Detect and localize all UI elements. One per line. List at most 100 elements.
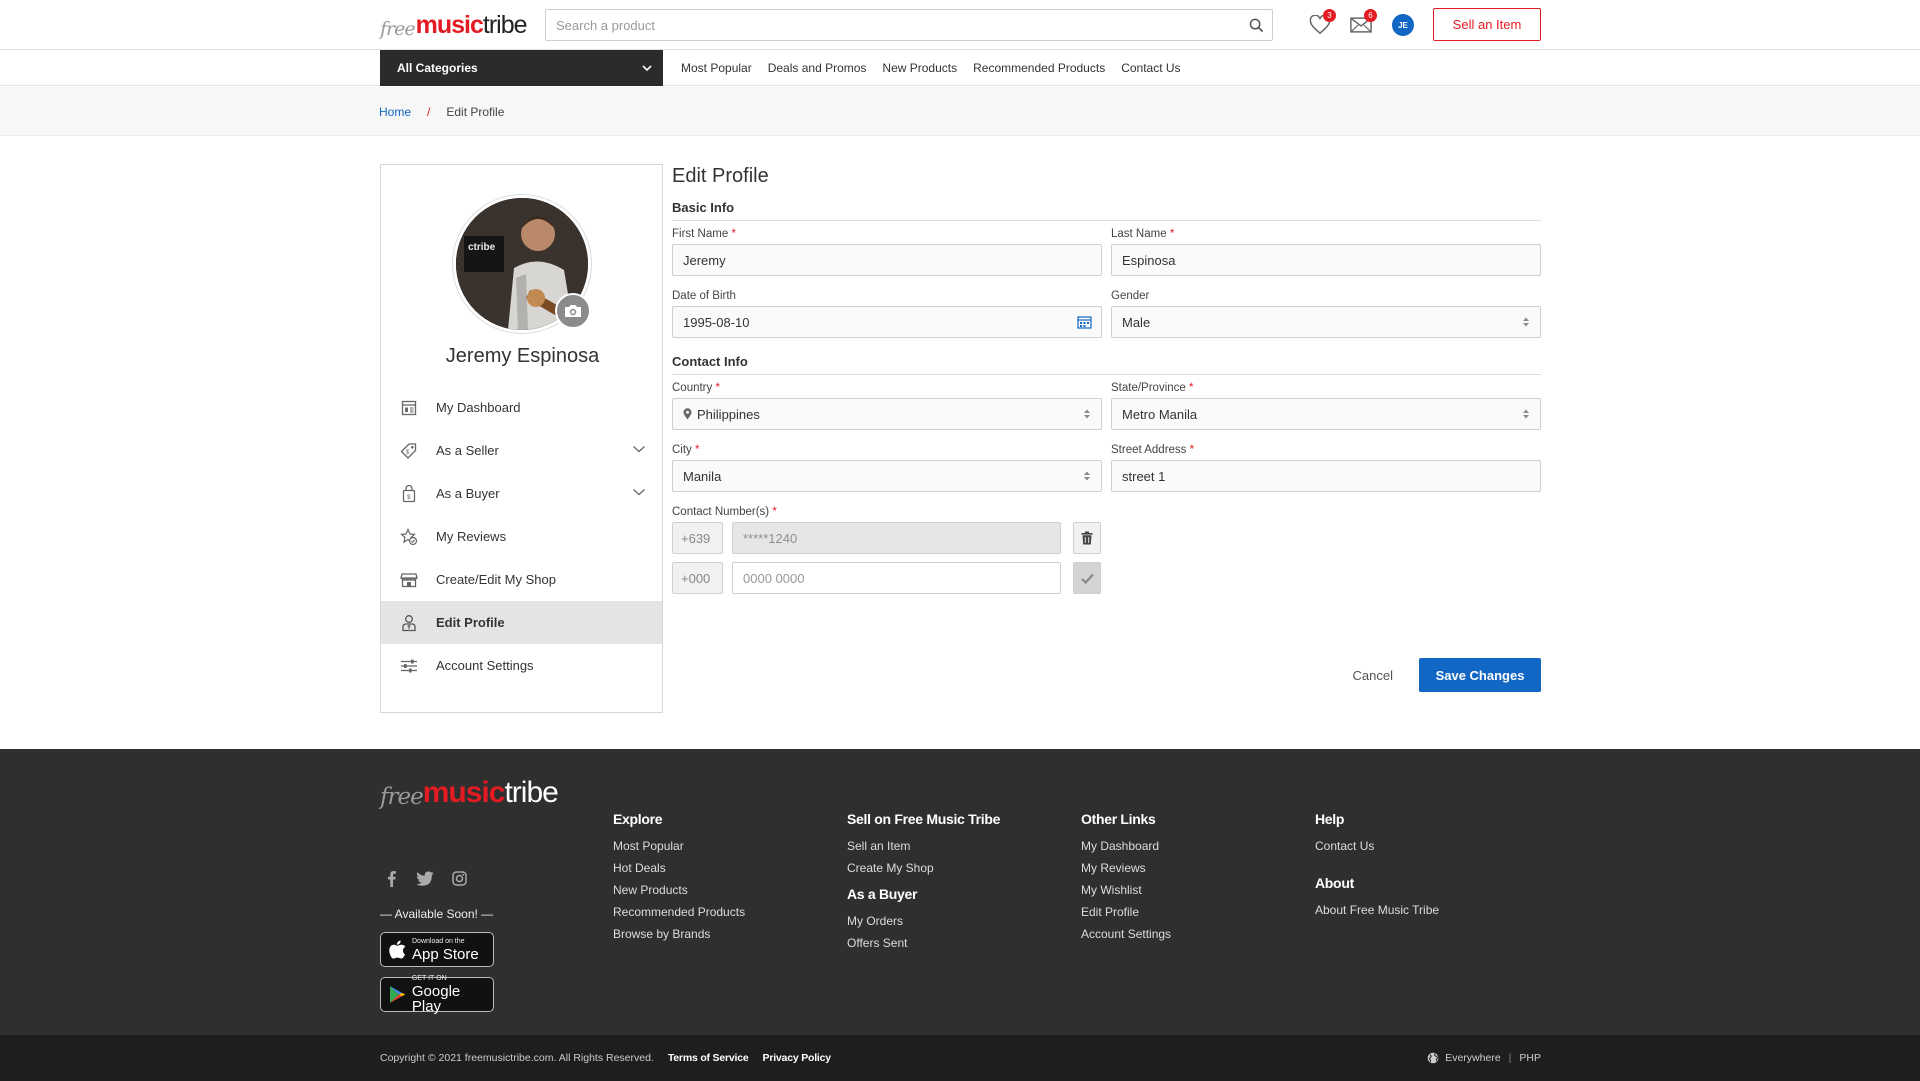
contact-number-label: Contact Number(s): [672, 506, 770, 518]
facebook-icon[interactable]: [380, 869, 402, 887]
footer-logo[interactable]: free music tribe: [380, 776, 559, 810]
nav-link-recommended[interactable]: Recommended Products: [973, 61, 1105, 75]
breadcrumb-home[interactable]: Home: [379, 105, 411, 119]
footer-link[interactable]: About Free Music Tribe: [1315, 902, 1439, 918]
privacy-link[interactable]: Privacy Policy: [763, 1052, 832, 1064]
sell-item-button[interactable]: Sell an Item: [1433, 8, 1541, 41]
wishlist-button[interactable]: 3: [1307, 9, 1336, 37]
footer-link[interactable]: My Reviews: [1081, 860, 1171, 876]
breadcrumb: Home / Edit Profile: [379, 87, 504, 136]
last-name-value: Espinosa: [1122, 252, 1176, 268]
tag-icon: $: [400, 442, 418, 460]
dob-value: 1995-08-10: [683, 314, 750, 330]
confirm-phone-button[interactable]: [1073, 562, 1101, 594]
phone-row: +000 0000 0000: [672, 562, 1541, 594]
change-photo-button[interactable]: [555, 293, 591, 329]
footer-link[interactable]: My Orders: [847, 913, 1000, 929]
sidebar-item-account-settings[interactable]: Account Settings: [381, 644, 662, 687]
footer-link[interactable]: Most Popular: [613, 838, 745, 854]
breadcrumb-current: Edit Profile: [446, 104, 505, 119]
sidebar-item-edit-profile[interactable]: Edit Profile: [381, 601, 662, 644]
region-label: Everywhere: [1445, 1052, 1501, 1064]
state-field: State/Province * Metro Manila: [1111, 381, 1541, 430]
required-mark: *: [715, 382, 720, 394]
search-bar: [545, 9, 1273, 41]
messages-button[interactable]: 6: [1348, 9, 1377, 37]
state-select[interactable]: Metro Manila: [1111, 398, 1541, 430]
edit-profile-form: Edit Profile Basic Info First Name * Jer…: [672, 164, 1541, 692]
phone-prefix-input[interactable]: +000: [672, 562, 723, 594]
nav-link-contact[interactable]: Contact Us: [1121, 61, 1180, 75]
footer-link[interactable]: My Wishlist: [1081, 882, 1171, 898]
store-icon: [400, 571, 418, 589]
svg-text:$: $: [407, 494, 411, 501]
google-play-big: Google Play: [411, 983, 461, 1015]
nav-link-new-products[interactable]: New Products: [882, 61, 957, 75]
sidebar-item-buyer[interactable]: $ As a Buyer: [381, 472, 662, 515]
city-field: City * Manila: [672, 443, 1102, 492]
sidebar-item-dashboard[interactable]: My Dashboard: [381, 386, 662, 429]
user-avatar[interactable]: JE: [1392, 14, 1414, 36]
sidebar-menu: My Dashboard $ As a Seller $ As a Buyer …: [381, 386, 662, 687]
first-name-input[interactable]: Jeremy: [672, 244, 1102, 276]
state-value: Metro Manila: [1122, 406, 1198, 422]
first-name-value: Jeremy: [683, 252, 726, 268]
sidebar-item-shop[interactable]: Create/Edit My Shop: [381, 558, 662, 601]
gender-select[interactable]: Male: [1111, 306, 1541, 338]
city-label: City: [672, 444, 692, 456]
footer-link[interactable]: My Dashboard: [1081, 838, 1171, 854]
sidebar-item-reviews[interactable]: My Reviews: [381, 515, 662, 558]
copyright: Copyright © 2021 freemusictribe.com. All…: [380, 1035, 831, 1081]
google-play-badge[interactable]: GET IT ON Google Play: [380, 975, 494, 1015]
footer-link[interactable]: Create My Shop: [847, 860, 1000, 876]
footer-link[interactable]: Sell an Item: [847, 838, 1000, 854]
nav-links: Most Popular Deals and Promos New Produc…: [681, 50, 1197, 86]
twitter-icon[interactable]: [414, 869, 436, 887]
city-select[interactable]: Manila: [672, 460, 1102, 492]
page-title: Edit Profile: [672, 165, 769, 187]
logo-tribe: tribe: [482, 11, 528, 39]
profile-sidebar: ctribe Jeremy Espinosa My Dashboard $ As…: [380, 164, 663, 713]
save-changes-button[interactable]: Save Changes: [1419, 658, 1541, 692]
footer-link[interactable]: Contact Us: [1315, 838, 1439, 854]
street-label: Street Address: [1111, 444, 1187, 456]
sidebar-item-seller[interactable]: $ As a Seller: [381, 429, 662, 472]
instagram-icon[interactable]: [448, 869, 470, 887]
location-pin-icon: [683, 408, 692, 420]
last-name-input[interactable]: Espinosa: [1111, 244, 1541, 276]
footer-link[interactable]: Browse by Brands: [613, 926, 745, 942]
contact-info-heading: Contact Info: [672, 354, 1541, 375]
footer-link[interactable]: New Products: [613, 882, 745, 898]
dob-input[interactable]: 1995-08-10: [672, 306, 1102, 338]
sidebar-item-label: Edit Profile: [436, 615, 505, 630]
cancel-button[interactable]: Cancel: [1353, 668, 1393, 683]
footer-link[interactable]: Account Settings: [1081, 926, 1171, 942]
phone-number-input[interactable]: 0000 0000: [732, 562, 1061, 594]
locale-selector[interactable]: Everywhere | PHP: [1427, 1035, 1541, 1081]
delete-phone-button[interactable]: [1073, 522, 1101, 554]
footer-link[interactable]: Edit Profile: [1081, 904, 1171, 920]
phone-row: +639 *****1240: [672, 522, 1541, 554]
footer-link[interactable]: Recommended Products: [613, 904, 745, 920]
search-button[interactable]: [1240, 10, 1272, 40]
street-input[interactable]: street 1: [1111, 460, 1541, 492]
footer-link[interactable]: Offers Sent: [847, 935, 1000, 951]
calendar-icon[interactable]: [1077, 315, 1092, 329]
gender-field: Gender Male: [1111, 289, 1541, 338]
logo-music: music: [415, 11, 484, 39]
app-store-badge[interactable]: Download on the App Store: [380, 932, 494, 967]
country-value: Philippines: [697, 406, 760, 422]
site-logo[interactable]: free music tribe: [380, 10, 528, 40]
nav-link-most-popular[interactable]: Most Popular: [681, 61, 752, 75]
gender-value: Male: [1122, 314, 1151, 330]
locale-separator: |: [1508, 1052, 1512, 1064]
trash-icon: [1081, 531, 1093, 545]
footer-link[interactable]: Hot Deals: [613, 860, 745, 876]
all-categories-dropdown[interactable]: All Categories: [380, 50, 663, 86]
street-field: Street Address * street 1: [1111, 443, 1541, 492]
search-input[interactable]: [546, 10, 1240, 40]
country-select[interactable]: Philippines: [672, 398, 1102, 430]
logo-music: music: [422, 776, 506, 809]
terms-link[interactable]: Terms of Service: [668, 1052, 749, 1064]
nav-link-deals[interactable]: Deals and Promos: [768, 61, 867, 75]
